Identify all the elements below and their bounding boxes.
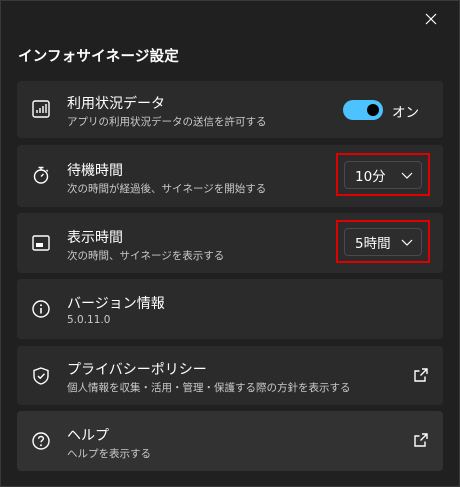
version-label: バージョン情報 — [67, 296, 165, 312]
help-label: ヘルプ — [67, 428, 109, 444]
display-time-value: 5時間 — [355, 236, 391, 252]
info-icon — [30, 298, 52, 320]
wait-time-label: 待機時間 — [67, 163, 123, 179]
chevron-down-icon — [401, 239, 413, 246]
wait-time-row: 待機時間 次の時間が経過後、サイネージを開始する 10分 — [17, 145, 443, 207]
privacy-policy-label: プライバシーポリシー — [67, 362, 207, 378]
display-time-desc: 次の時間、サイネージを表示する — [67, 250, 225, 262]
wait-time-select[interactable]: 10分 — [344, 161, 422, 189]
external-link-icon[interactable] — [413, 432, 429, 448]
privacy-policy-row[interactable]: プライバシーポリシー 個人情報を収集・活用・管理・保護する際の方針を表示する — [17, 346, 443, 405]
chevron-down-icon — [401, 172, 413, 179]
wait-time-value: 10分 — [355, 169, 386, 185]
wait-time-desc: 次の時間が経過後、サイネージを開始する — [67, 183, 267, 195]
display-time-row: 表示時間 次の時間、サイネージを表示する 5時間 — [17, 213, 443, 273]
page-title: インフォサイネージ設定 — [18, 49, 179, 65]
external-link-icon[interactable] — [413, 367, 429, 383]
screen-icon — [30, 232, 52, 254]
display-time-select[interactable]: 5時間 — [344, 228, 422, 256]
display-time-label: 表示時間 — [67, 230, 123, 246]
usage-data-desc: アプリの利用状況データの送信を許可する — [67, 116, 267, 128]
help-icon — [30, 430, 52, 452]
help-desc: ヘルプを表示する — [67, 448, 151, 460]
version-row: バージョン情報 5.0.11.0 — [17, 279, 443, 339]
version-number: 5.0.11.0 — [67, 314, 111, 326]
close-icon — [425, 13, 437, 25]
help-row[interactable]: ヘルプ ヘルプを表示する — [17, 411, 443, 471]
usage-data-row: 利用状況データ アプリの利用状況データの送信を許可する オン — [17, 81, 443, 138]
usage-data-label: 利用状況データ — [67, 96, 165, 112]
chart-icon — [30, 98, 52, 120]
usage-data-toggle[interactable] — [343, 100, 383, 120]
shield-icon — [30, 365, 52, 387]
wait-time-highlight: 10分 — [336, 153, 430, 196]
close-button[interactable] — [417, 9, 445, 29]
display-time-highlight: 5時間 — [336, 220, 430, 263]
privacy-policy-desc: 個人情報を収集・活用・管理・保護する際の方針を表示する — [67, 382, 351, 394]
toggle-state-label: オン — [392, 105, 419, 121]
settings-window: インフォサイネージ設定 利用状況データ アプリの利用状況データの送信を許可する … — [0, 0, 460, 487]
stopwatch-icon — [30, 164, 52, 186]
toggle-knob — [367, 104, 379, 116]
